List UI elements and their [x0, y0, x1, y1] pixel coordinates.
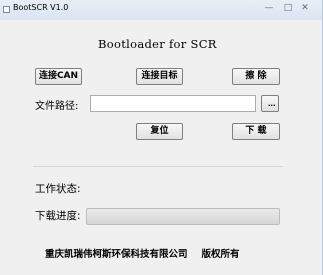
minimize-icon[interactable]: — — [263, 2, 275, 14]
download-progress-label: 下载进度: — [35, 210, 81, 222]
maximize-icon[interactable]: □ — [282, 2, 294, 14]
connect-target-button[interactable]: 连接目标 — [136, 68, 183, 85]
file-path-input[interactable] — [90, 95, 256, 112]
reset-button[interactable]: 复位 — [136, 123, 183, 140]
section-divider — [33, 166, 283, 167]
window-title: BootSCR V1.0 — [13, 3, 69, 12]
page-title: Bootloader for SCR — [98, 37, 217, 51]
download-button[interactable]: 下 载 — [232, 123, 280, 140]
file-path-label: 文件路径: — [35, 101, 79, 112]
app-icon — [3, 6, 10, 13]
browse-button[interactable]: ... — [261, 95, 279, 112]
erase-button[interactable]: 擦 除 — [232, 68, 280, 85]
connect-can-button[interactable]: 连接CAN — [35, 68, 82, 85]
app-window: BootSCR V1.0 — □ ✕ Bootloader for SCR 连接… — [0, 0, 323, 275]
footer-copyright: 重庆凯瑞伟柯斯环保科技有限公司 版权所有 — [45, 246, 240, 260]
rights-text: 版权所有 — [201, 249, 240, 260]
title-bar[interactable]: BootSCR V1.0 — □ ✕ — [0, 0, 322, 20]
close-icon[interactable]: ✕ — [299, 2, 311, 14]
main-panel: Bootloader for SCR 连接CAN 连接目标 擦 除 文件路径: … — [8, 24, 322, 271]
company-name: 重庆凯瑞伟柯斯环保科技有限公司 — [45, 249, 188, 260]
work-status-label: 工作状态: — [35, 183, 81, 195]
download-progress-bar — [86, 208, 280, 225]
